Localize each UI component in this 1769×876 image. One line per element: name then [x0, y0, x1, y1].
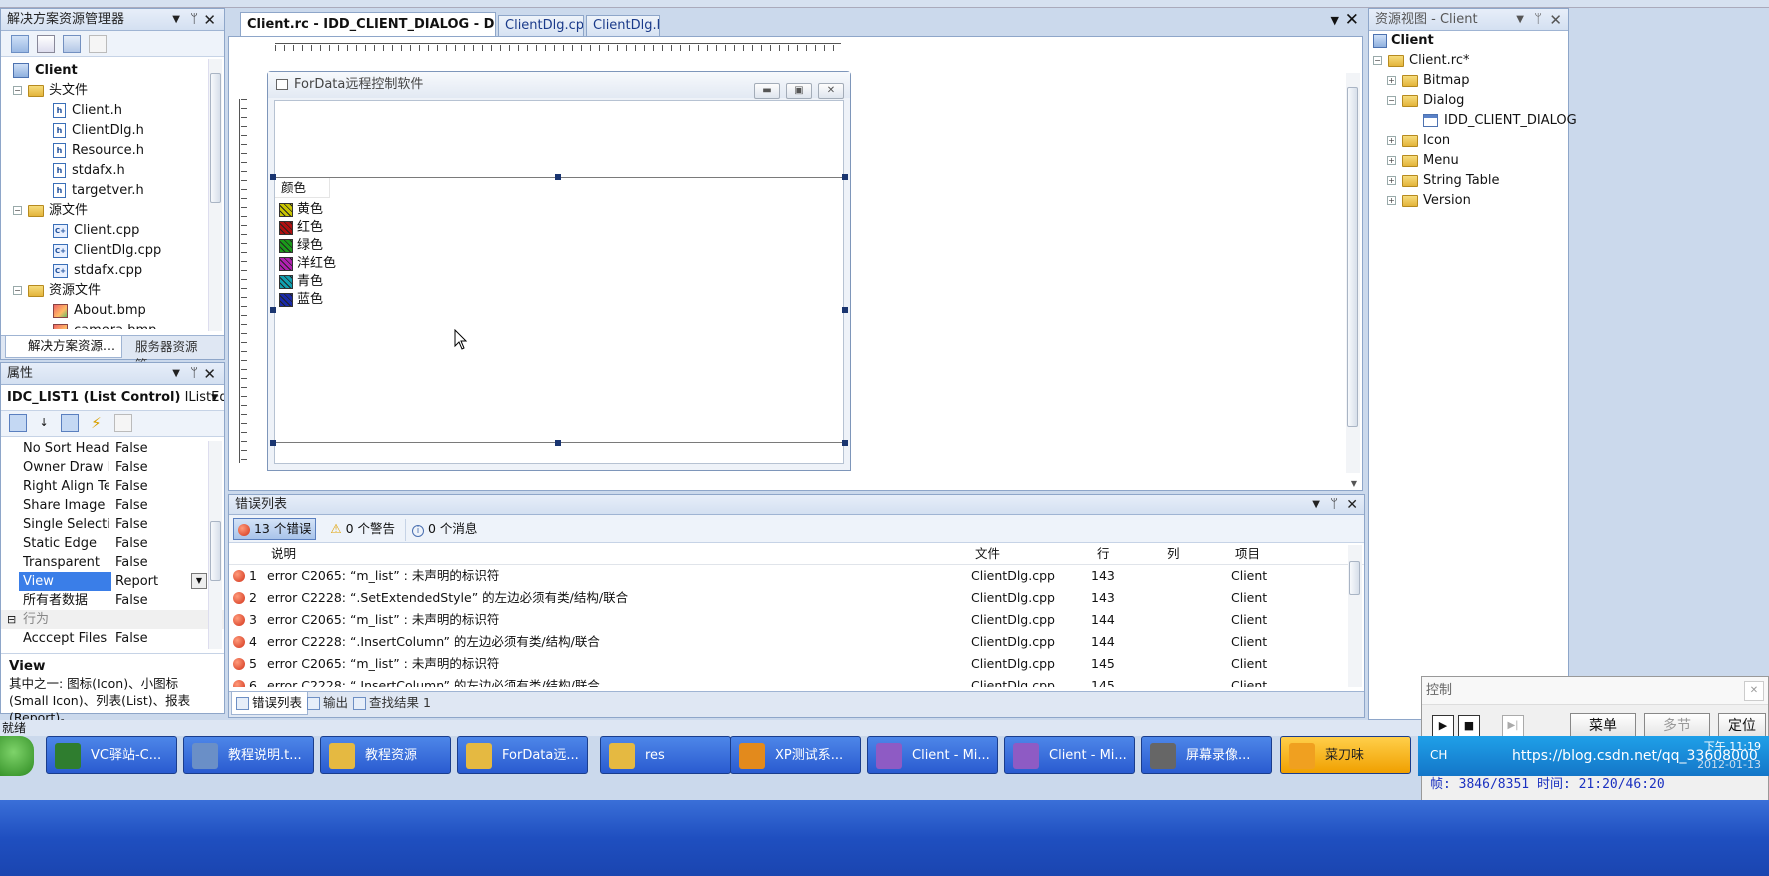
taskbar-item[interactable]: ForData远... — [457, 736, 588, 774]
taskbar-item-label: ForData远... — [502, 748, 579, 763]
solution-explorer-title: 解决方案资源管理器 ▼ ᛘ ✕ — [1, 9, 224, 31]
panel-dropdown-icon[interactable]: ▼ — [172, 9, 180, 31]
taskbar-item[interactable]: XP测试系... — [730, 736, 861, 774]
taskbar-item[interactable]: Client - Mi... — [867, 736, 998, 774]
taskbar-item[interactable]: res — [600, 736, 731, 774]
app-icon — [466, 743, 492, 769]
taskbar-item-label: 菜刀味 — [1325, 748, 1365, 763]
refresh-icon[interactable] — [63, 35, 82, 53]
close-document-icon[interactable]: ✕ — [1345, 10, 1359, 30]
clock-date[interactable]: 2012-01-13 — [1697, 758, 1761, 771]
system-tray: CH https://blog.csdn.net/qq_33608000 下午 11… — [1418, 736, 1769, 776]
app-icon — [55, 743, 81, 769]
close-icon[interactable]: ✕ — [203, 9, 216, 31]
solution-explorer-toolbar — [1, 31, 224, 57]
editor-tab[interactable]: ClientDlg.cpp — [498, 15, 584, 37]
taskbar-content: VC驿站-C... 教程说明.t... 教程资源 ForData远... res XP测试… — [0, 64, 1769, 876]
pin-icon[interactable]: ᛘ — [1534, 9, 1542, 31]
taskbar-item-label: VC驿站-C... — [91, 748, 162, 763]
taskbar-item-label: XP测试系... — [775, 748, 844, 763]
app-icon — [192, 743, 218, 769]
taskbar-item[interactable]: VC驿站-C... — [46, 736, 177, 774]
taskbar-item-label: 屏幕录像... — [1186, 748, 1251, 763]
clock-time[interactable]: 下午 11:19 — [1704, 738, 1761, 754]
input-language[interactable]: CH — [1430, 748, 1447, 762]
app-icon — [1150, 743, 1176, 769]
app-icon — [739, 743, 765, 769]
taskbar-item[interactable]: 菜刀味 — [1280, 736, 1411, 774]
top-toolbar-strip — [0, 0, 1769, 8]
taskbar-item-label: Client - Mi... — [1049, 748, 1127, 763]
show-all-files-icon[interactable] — [37, 35, 56, 53]
editor-tab[interactable]: ClientDlg.h — [586, 15, 660, 37]
app-icon — [1289, 743, 1315, 769]
resource-root[interactable]: Client — [1373, 31, 1568, 51]
resource-view-title: 资源视图 - Client ▼ ᛘ ✕ — [1369, 9, 1568, 31]
taskbar-item-label: 教程资源 — [365, 748, 418, 763]
tab-dropdown-icon[interactable]: ▼ — [1331, 14, 1339, 27]
taskbar-item[interactable]: 屏幕录像... — [1141, 736, 1272, 774]
panel-dropdown-icon[interactable]: ▼ — [1516, 9, 1524, 31]
view-class-diagram-icon[interactable] — [89, 35, 108, 53]
close-icon[interactable]: ✕ — [1549, 9, 1562, 31]
taskbar-item[interactable]: 教程资源 — [320, 736, 451, 774]
taskbar-item[interactable]: Client - Mi... — [1004, 736, 1135, 774]
project-icon — [1373, 33, 1387, 48]
app-icon — [329, 743, 355, 769]
taskbar-item[interactable]: 教程说明.t... — [183, 736, 314, 774]
start-button[interactable] — [0, 736, 34, 776]
editor-tab[interactable]: Client.rc - IDD_CLIENT_DIALOG - Dialog* — [240, 12, 496, 37]
app-icon — [1013, 743, 1039, 769]
horizontal-ruler — [275, 43, 841, 57]
taskbar-item-label: 教程说明.t... — [228, 748, 302, 763]
app-icon — [609, 743, 635, 769]
pin-icon[interactable]: ᛘ — [190, 9, 198, 31]
taskbar-item-label: Client - Mi... — [912, 748, 990, 763]
taskbar-item-label: res — [645, 748, 665, 763]
properties-icon[interactable] — [11, 35, 29, 53]
app-icon — [876, 743, 902, 769]
